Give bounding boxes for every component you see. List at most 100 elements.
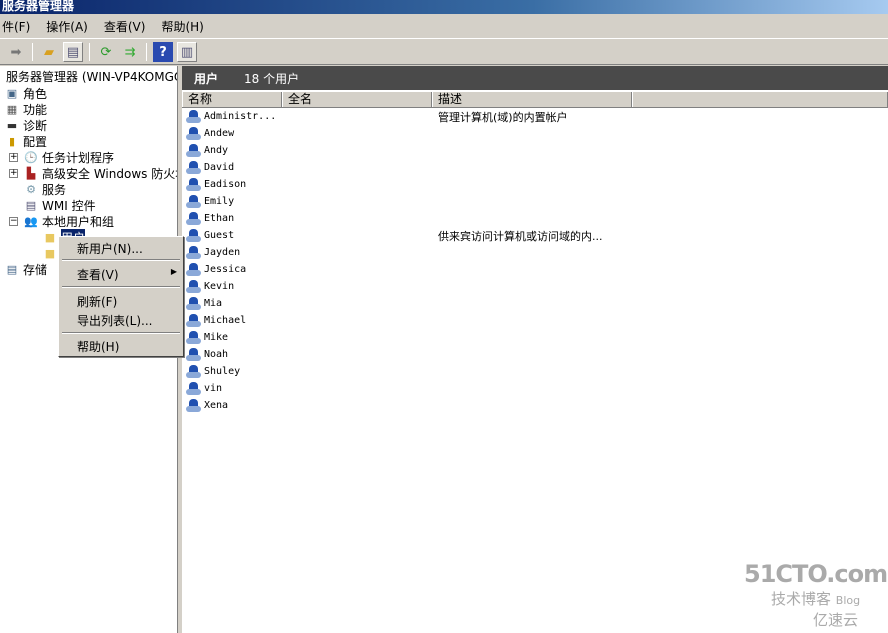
menu-item-export-list[interactable]: 导出列表(L)... (77, 312, 153, 329)
expand-icon[interactable]: + (9, 153, 18, 162)
tree-item-configuration[interactable]: ▮ 配置 (4, 133, 47, 149)
users-pane: 用户 18 个用户 名称 全名 描述 Administr... 管理计算机(域)的… (182, 66, 888, 633)
tree-item-storage[interactable]: ▤ 存储 (4, 261, 47, 277)
user-name: Andew (204, 128, 235, 139)
user-row[interactable]: Noah (182, 346, 888, 363)
expand-icon[interactable]: + (9, 169, 18, 178)
tree-item-diagnostics[interactable]: ▬ 诊断 (4, 117, 47, 133)
user-count: 18 个用户 (244, 71, 300, 86)
user-row[interactable]: Ethan (182, 210, 888, 227)
user-icon (186, 381, 202, 396)
user-icon (186, 228, 202, 243)
user-row[interactable]: Emily (182, 193, 888, 210)
user-icon (186, 245, 202, 260)
menu-separator (62, 286, 180, 288)
tree-item-services[interactable]: ⚙ 服务 (23, 181, 66, 197)
collapse-icon[interactable]: − (9, 217, 18, 226)
tree-label: 功能 (23, 102, 48, 117)
user-name: Ethan (204, 213, 235, 224)
user-row[interactable]: Administr... 管理计算机(域)的内置帐户 (182, 108, 888, 125)
user-row[interactable]: Michael (182, 312, 888, 329)
gear-icon: ⚙ (26, 182, 36, 196)
user-icon (186, 347, 202, 362)
tree-label: 本地用户和组 (42, 214, 115, 229)
user-icon (186, 313, 202, 328)
user-name: Kevin (204, 281, 235, 292)
up-folder-icon[interactable]: ▰ (39, 42, 59, 62)
user-row[interactable]: Xena (182, 397, 888, 414)
user-icon (186, 109, 202, 124)
pane-title: 用户 (194, 71, 219, 86)
user-row[interactable]: Kevin (182, 278, 888, 295)
tree-item-roles[interactable]: ▣ 角色 (4, 85, 47, 101)
user-icon (186, 143, 202, 158)
menu-bar: 件(F) 操作(A) 查看(V) 帮助(H) (0, 15, 888, 39)
menu-separator (62, 332, 180, 334)
user-description: 管理计算机(域)的内置帐户 (438, 110, 568, 124)
show-tree-icon[interactable]: ▤ (63, 42, 83, 62)
user-icon (186, 330, 202, 345)
roles-icon: ▣ (6, 86, 18, 100)
user-icon (186, 194, 202, 209)
user-name: vin (204, 383, 223, 394)
menu-action[interactable]: 操作(A) (46, 18, 88, 35)
help-icon[interactable]: ? (153, 42, 173, 62)
user-row[interactable]: Mike (182, 329, 888, 346)
user-row[interactable]: Guest 供来宾访问计算机或访问域的内... (182, 227, 888, 244)
menu-file[interactable]: 件(F) (2, 18, 30, 35)
tree-label: 服务 (42, 182, 67, 197)
tree-label: 任务计划程序 (42, 150, 115, 165)
user-name: Andy (204, 145, 229, 156)
wmi-icon: ▤ (25, 198, 37, 212)
user-icon (186, 296, 202, 311)
export-icon[interactable]: ⇉ (120, 42, 140, 62)
watermark-text: 51CTO.com (744, 560, 888, 588)
user-name: Noah (204, 349, 229, 360)
tree-label: WMI 控件 (42, 198, 96, 213)
configuration-icon: ▮ (8, 134, 16, 148)
column-name[interactable]: 名称 (182, 92, 282, 107)
menu-item-help[interactable]: 帮助(H) (77, 338, 119, 355)
action-pane-icon[interactable]: ▥ (177, 42, 197, 62)
user-icon (186, 126, 202, 141)
column-fullname[interactable]: 全名 (282, 92, 432, 107)
menu-help[interactable]: 帮助(H) (161, 18, 203, 35)
user-row[interactable]: David (182, 159, 888, 176)
tree-root[interactable]: 服务器管理器 (WIN-VP4KOMGQQ9 (6, 68, 177, 84)
menu-item-view[interactable]: 查看(V) (77, 266, 119, 283)
user-row[interactable]: vin (182, 380, 888, 397)
folder-icon: ■ (44, 246, 56, 260)
watermark-text: Blog (835, 594, 861, 607)
tree-item-features[interactable]: ▦ 功能 (4, 101, 47, 117)
user-list: Administr... 管理计算机(域)的内置帐户 Andew Andy David E… (182, 108, 888, 414)
column-description[interactable]: 描述 (432, 92, 632, 107)
column-filler (632, 92, 888, 107)
tree-item-local-users-groups[interactable]: 👥 本地用户和组 (23, 213, 114, 229)
user-name: Jessica (204, 264, 247, 275)
menu-item-refresh[interactable]: 刷新(F) (77, 293, 117, 310)
user-row[interactable]: Andew (182, 125, 888, 142)
user-row[interactable]: Andy (182, 142, 888, 159)
tree-item-task-scheduler[interactable]: 🕒 任务计划程序 (23, 149, 114, 165)
menu-item-new-user[interactable]: 新用户(N)... (77, 240, 143, 257)
user-name: David (204, 162, 235, 173)
user-row[interactable]: Jayden (182, 244, 888, 261)
user-name: Mike (204, 332, 229, 343)
user-row[interactable]: Eadison (182, 176, 888, 193)
tree-item-wmi[interactable]: ▤ WMI 控件 (23, 197, 96, 213)
user-name: Jayden (204, 247, 241, 258)
tree-label: 高级安全 Windows 防火墙 (42, 166, 178, 181)
tree-label: 存储 (23, 262, 48, 277)
menu-view[interactable]: 查看(V) (104, 18, 146, 35)
tree-item-firewall[interactable]: ▙ 高级安全 Windows 防火墙 (23, 165, 178, 181)
clock-icon: 🕒 (24, 150, 38, 164)
user-row[interactable]: Jessica (182, 261, 888, 278)
user-row[interactable]: Shuley (182, 363, 888, 380)
user-row[interactable]: Mia (182, 295, 888, 312)
firewall-icon: ▙ (26, 166, 36, 180)
user-description: 供来宾访问计算机或访问域的内... (438, 229, 603, 243)
refresh-icon[interactable]: ⟳ (96, 42, 116, 62)
user-name: Emily (204, 196, 235, 207)
back-arrow-icon[interactable]: ➡ (6, 42, 26, 62)
toolbar-separator (146, 43, 147, 61)
